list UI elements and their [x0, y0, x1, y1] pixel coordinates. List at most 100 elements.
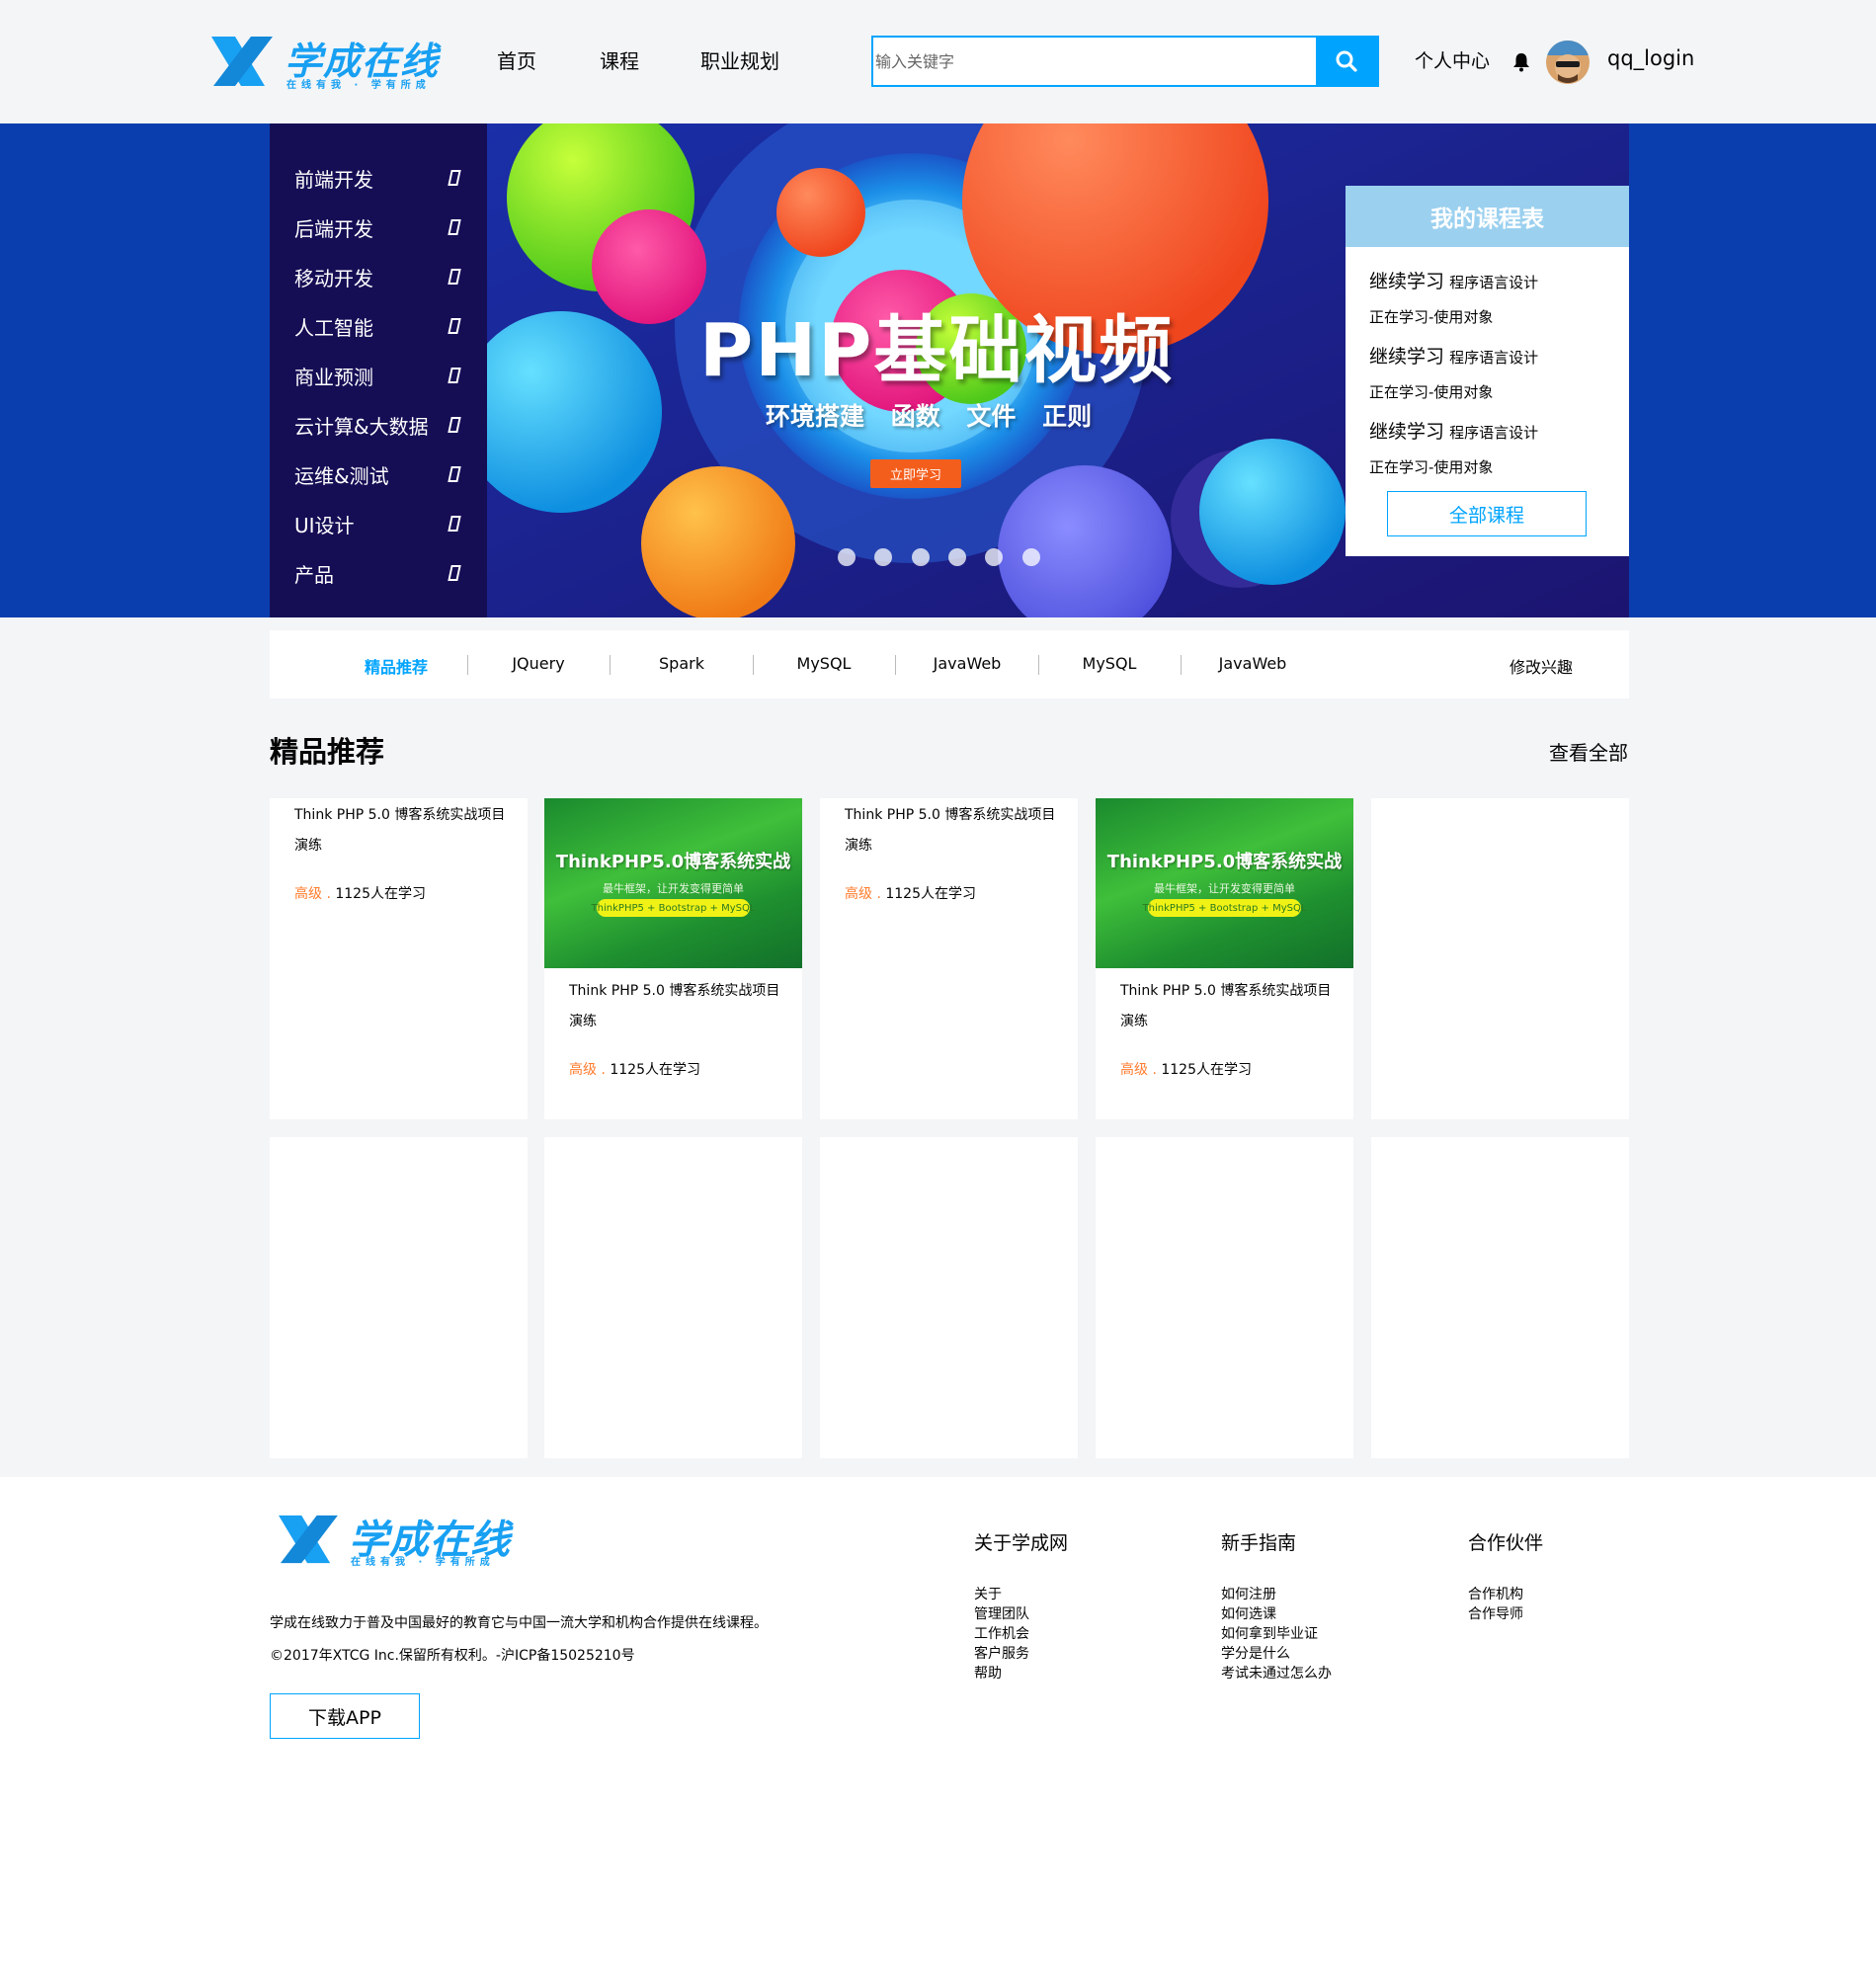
schedule-item[interactable]: 正在学习-使用对象: [1369, 306, 1493, 327]
category-backend[interactable]: 后端开发: [270, 203, 487, 252]
course-card[interactable]: ThinkPHP5.0博客系统实战 最牛框架，让开发变得更简单 ThinkPHP…: [1096, 798, 1353, 1119]
tag-javaweb-2[interactable]: JavaWeb: [1219, 654, 1287, 673]
logo-slogan: 在线有我 · 学有所成: [286, 80, 431, 91]
course-card[interactable]: ThinkPHP5.0博客系统实战 最牛框架，让开发变得更简单 ThinkPHP…: [544, 798, 802, 1119]
carousel-dot[interactable]: [1022, 548, 1040, 566]
avatar[interactable]: [1546, 41, 1590, 84]
footer-link[interactable]: 合作导师: [1468, 1603, 1523, 1623]
footer-col-title-guide: 新手指南: [1221, 1532, 1297, 1554]
category-business[interactable]: 商业预测: [270, 351, 487, 400]
schedule-title: 我的课程表: [1346, 186, 1629, 247]
schedule-item[interactable]: 继续学习 程序语言设计: [1369, 417, 1538, 444]
footer-col-title-about: 关于学成网: [974, 1532, 1069, 1554]
site-header: 学成在线 在线有我 · 学有所成 首页 课程 职业规划 个人中心 qq_logi…: [0, 0, 1876, 123]
banner-title: PHP基础视频: [699, 308, 1175, 393]
download-app-button[interactable]: 下载APP: [270, 1693, 420, 1739]
category-mobile[interactable]: 移动开发: [270, 252, 487, 301]
footer-description: 学成在线致力于普及中国最好的教育它与中国一流大学和机构合作提供在线课程。: [270, 1615, 768, 1631]
course-card-empty[interactable]: [1096, 1137, 1353, 1458]
chevron-right-icon: [448, 170, 461, 186]
all-courses-button[interactable]: 全部课程: [1387, 491, 1587, 536]
nav-home[interactable]: 首页: [497, 45, 536, 74]
search-button[interactable]: [1316, 38, 1377, 85]
category-product[interactable]: 产品: [270, 548, 487, 598]
tag-divider: [895, 655, 896, 675]
search-icon: [1336, 50, 1357, 72]
tag-featured[interactable]: 精品推荐: [365, 654, 428, 678]
edit-interest-link[interactable]: 修改兴趣: [1509, 654, 1573, 678]
footer-link[interactable]: 合作机构: [1468, 1584, 1523, 1603]
carousel-dot[interactable]: [838, 548, 856, 566]
footer-link[interactable]: 考试未通过怎么办: [1221, 1663, 1332, 1683]
nav-courses[interactable]: 课程: [600, 45, 639, 74]
carousel-dot[interactable]: [985, 548, 1003, 566]
chevron-right-icon: [448, 417, 461, 433]
course-card[interactable]: Think PHP 5.0 博客系统实战项目演练 高级 . 1125人在学习: [820, 798, 1078, 1119]
category-label: 后端开发: [294, 216, 373, 241]
course-card-empty[interactable]: [820, 1137, 1078, 1458]
carousel-dot[interactable]: [912, 548, 930, 566]
footer-link[interactable]: 如何选课: [1221, 1603, 1276, 1623]
category-label: UI设计: [294, 513, 355, 537]
course-card-empty[interactable]: [1371, 1137, 1629, 1458]
tag-spark[interactable]: Spark: [659, 654, 704, 673]
course-title: Think PHP 5.0 博客系统实战项目演练: [1120, 983, 1332, 1029]
course-card-empty[interactable]: [544, 1137, 802, 1458]
bell-icon[interactable]: [1512, 52, 1530, 72]
footer-link[interactable]: 学分是什么: [1221, 1643, 1290, 1663]
tag-mysql[interactable]: MySQL: [797, 654, 852, 673]
search-input[interactable]: [873, 38, 1316, 85]
category-menu: 前端开发 后端开发 移动开发 人工智能 商业预测 云计算&大数据 运维&测试 U…: [270, 123, 487, 617]
view-all-link[interactable]: 查看全部: [1549, 737, 1628, 766]
course-card-empty[interactable]: [270, 1137, 528, 1458]
course-meta: 高级 . 1125人在学习: [569, 1062, 700, 1078]
schedule-item[interactable]: 正在学习-使用对象: [1369, 456, 1493, 477]
carousel-dot[interactable]: [874, 548, 892, 566]
tag-jquery[interactable]: JQuery: [512, 654, 564, 673]
search-bar: [871, 36, 1379, 87]
chevron-right-icon: [448, 269, 461, 285]
category-label: 云计算&大数据: [294, 414, 429, 439]
tag-mysql-2[interactable]: MySQL: [1083, 654, 1137, 673]
username[interactable]: qq_login: [1607, 46, 1694, 70]
course-title: Think PHP 5.0 博客系统实战项目演练: [845, 807, 1056, 854]
chevron-right-icon: [448, 516, 461, 532]
category-frontend[interactable]: 前端开发: [270, 153, 487, 203]
schedule-item[interactable]: 继续学习 程序语言设计: [1369, 342, 1538, 369]
category-ai[interactable]: 人工智能: [270, 301, 487, 351]
course-meta: 高级 . 1125人在学习: [294, 886, 426, 902]
personal-center-link[interactable]: 个人中心: [1415, 46, 1490, 73]
category-cloud[interactable]: 云计算&大数据: [270, 400, 487, 450]
schedule-item[interactable]: 正在学习-使用对象: [1369, 381, 1493, 402]
nav-career[interactable]: 职业规划: [700, 45, 779, 74]
footer-link[interactable]: 帮助: [974, 1663, 1002, 1683]
footer-link[interactable]: 客户服务: [974, 1643, 1029, 1663]
footer-link[interactable]: 关于: [974, 1584, 1002, 1603]
chevron-right-icon: [448, 219, 461, 235]
schedule-item[interactable]: 继续学习 程序语言设计: [1369, 267, 1538, 293]
course-thumbnail: ThinkPHP5.0博客系统实战 最牛框架，让开发变得更简单 ThinkPHP…: [1096, 798, 1353, 968]
footer-logo[interactable]: 学成在线 在线有我 · 学有所成: [270, 1512, 527, 1571]
footer-col-title-partners: 合作伙伴: [1468, 1532, 1544, 1554]
tag-javaweb[interactable]: JavaWeb: [934, 654, 1002, 673]
tag-divider: [1038, 655, 1039, 675]
course-card[interactable]: Think PHP 5.0 博客系统实战项目演练 高级 . 1125人在学习: [270, 798, 528, 1119]
course-card-empty[interactable]: [1371, 798, 1629, 1119]
category-ui[interactable]: UI设计: [270, 499, 487, 548]
tag-divider: [1181, 655, 1182, 675]
course-meta: 高级 . 1125人在学习: [845, 886, 976, 902]
footer-copyright: ©2017年XTCG Inc.保留所有权利。-沪ICP备15025210号: [270, 1648, 635, 1664]
banner-cta-button[interactable]: 立即学习: [870, 459, 961, 488]
footer-link[interactable]: 工作机会: [974, 1623, 1029, 1643]
footer-link[interactable]: 如何注册: [1221, 1584, 1276, 1603]
banner-tags: 环境搭建 函数 文件 正则: [766, 402, 1093, 431]
site-logo[interactable]: 学成在线 在线有我 · 学有所成: [205, 33, 452, 92]
category-ops[interactable]: 运维&测试: [270, 450, 487, 499]
logo-x-icon: [279, 1515, 338, 1564]
logo-slogan: 在线有我 · 学有所成: [351, 1557, 495, 1568]
tag-divider: [610, 655, 611, 675]
footer-link[interactable]: 管理团队: [974, 1603, 1029, 1623]
carousel-dot[interactable]: [948, 548, 966, 566]
category-label: 产品: [294, 562, 334, 587]
footer-link[interactable]: 如何拿到毕业证: [1221, 1623, 1318, 1643]
